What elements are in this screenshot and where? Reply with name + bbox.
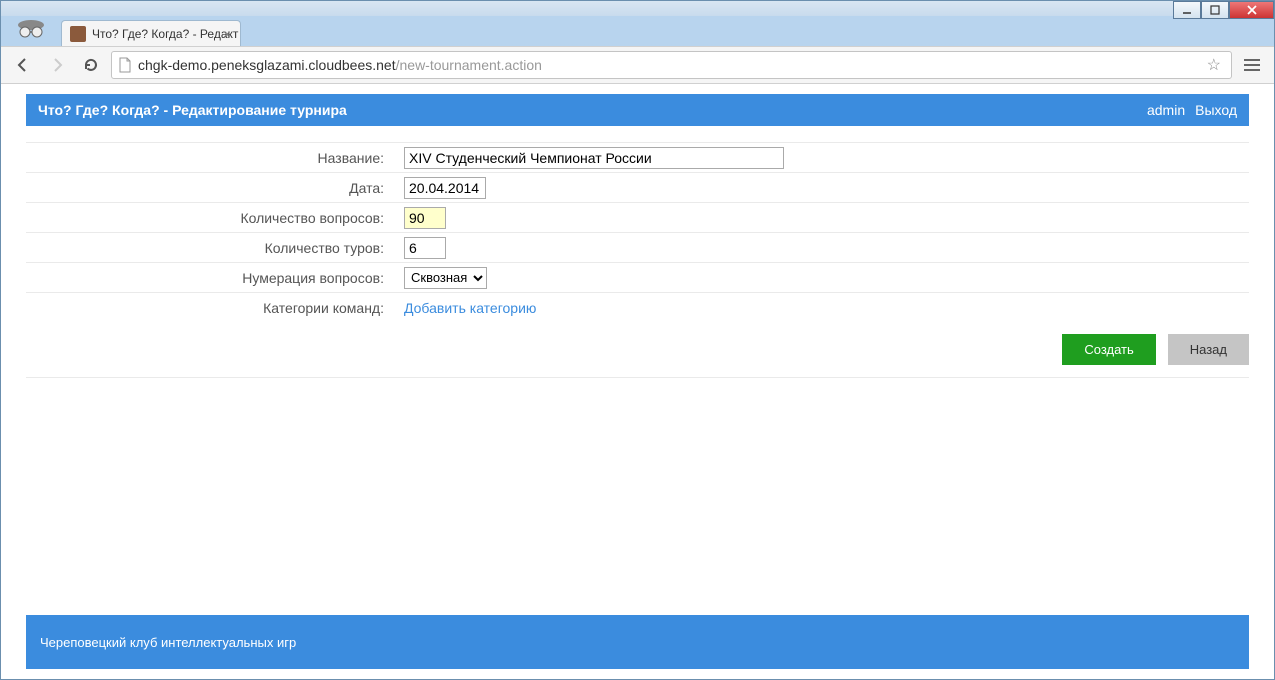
url-path: /new-tournament.action: [396, 57, 542, 73]
tab-title: Что? Где? Когда? - Редакт: [92, 27, 238, 41]
browser-window: Что? Где? Когда? - Редакт × chgk-demo.pe…: [0, 0, 1275, 680]
page-viewport: Что? Где? Когда? - Редактирование турнир…: [1, 84, 1274, 679]
page-title: Что? Где? Когда? - Редактирование турнир…: [38, 102, 347, 118]
back-button-form[interactable]: Назад: [1168, 334, 1249, 365]
row-rounds: Количество туров:: [26, 232, 1249, 262]
page-header: Что? Где? Когда? - Редактирование турнир…: [26, 94, 1249, 126]
browser-tab[interactable]: Что? Где? Когда? - Редакт ×: [61, 20, 241, 46]
input-questions[interactable]: [404, 207, 446, 229]
row-categories: Категории команд: Добавить категорию: [26, 292, 1249, 322]
submit-button[interactable]: Создать: [1062, 334, 1155, 365]
input-name[interactable]: [404, 147, 784, 169]
incognito-icon: [11, 12, 51, 42]
tab-favicon-icon: [70, 26, 86, 42]
url-host: chgk-demo.peneksglazami.cloudbees.net: [138, 57, 396, 73]
bookmark-star-icon[interactable]: ☆: [1203, 55, 1225, 75]
window-titlebar: [1, 1, 1274, 16]
label-numbering: Нумерация вопросов:: [26, 270, 396, 286]
tab-close-button[interactable]: ×: [220, 27, 234, 41]
reload-button[interactable]: [77, 51, 105, 79]
label-categories: Категории команд:: [26, 300, 396, 316]
tournament-form: Название: Дата: Количество вопросов: Кол…: [26, 126, 1249, 394]
row-numbering: Нумерация вопросов: Сквозная: [26, 262, 1249, 292]
add-category-link[interactable]: Добавить категорию: [404, 300, 536, 316]
input-date[interactable]: [404, 177, 486, 199]
page-footer: Череповецкий клуб интеллектуальных игр: [26, 615, 1249, 669]
row-name: Название:: [26, 142, 1249, 172]
select-numbering[interactable]: Сквозная: [404, 267, 487, 289]
label-rounds: Количество туров:: [26, 240, 396, 256]
row-questions: Количество вопросов:: [26, 202, 1249, 232]
input-rounds[interactable]: [404, 237, 446, 259]
footer-text: Череповецкий клуб интеллектуальных игр: [40, 635, 296, 650]
row-date: Дата:: [26, 172, 1249, 202]
logout-link[interactable]: Выход: [1195, 102, 1237, 118]
tab-strip: Что? Где? Когда? - Редакт ×: [1, 16, 1274, 46]
back-button[interactable]: [9, 51, 37, 79]
hamburger-icon: [1244, 59, 1260, 71]
address-bar[interactable]: chgk-demo.peneksglazami.cloudbees.net/ne…: [111, 51, 1232, 79]
label-questions: Количество вопросов:: [26, 210, 396, 226]
forward-button[interactable]: [43, 51, 71, 79]
label-name: Название:: [26, 150, 396, 166]
button-row: Создать Назад: [26, 322, 1249, 378]
page-icon: [118, 57, 132, 73]
label-date: Дата:: [26, 180, 396, 196]
chrome-menu-button[interactable]: [1238, 51, 1266, 79]
user-link[interactable]: admin: [1147, 102, 1185, 118]
nav-bar: chgk-demo.peneksglazami.cloudbees.net/ne…: [1, 46, 1274, 84]
